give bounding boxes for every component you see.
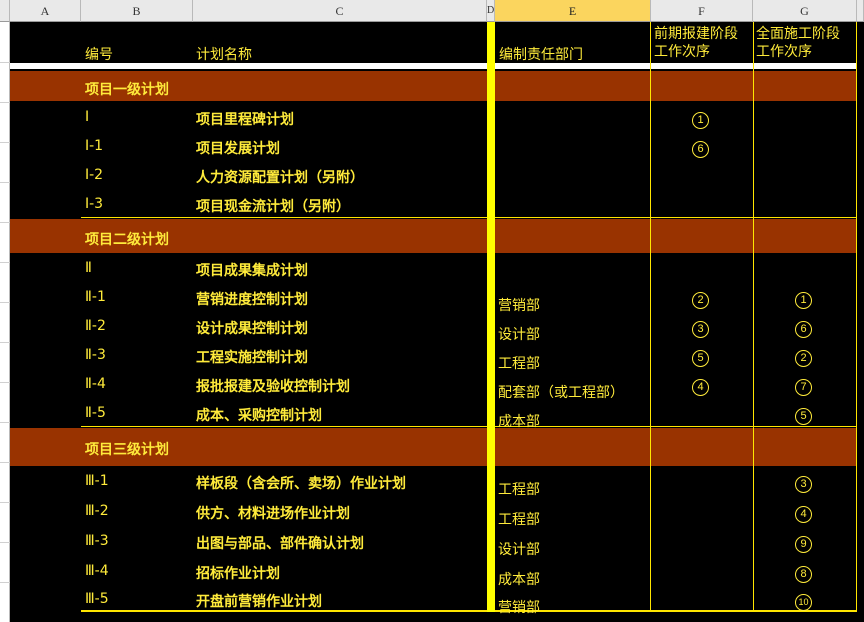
row-6-order-g: 6 [795,321,812,338]
row-14-name: 开盘前营销作业计划 [196,594,322,610]
grid-line-f [650,22,651,612]
row-14-number: Ⅲ-5 [85,591,109,607]
grid-line-section-2-end [81,426,857,427]
row-14-order-g: 10 [795,594,812,611]
row-11-department: 工程部 [498,512,540,528]
row-14-department: 营销部 [498,600,540,616]
row-9-department: 成本部 [498,414,540,430]
row-12-number: Ⅲ-3 [85,533,109,549]
row-9-name: 成本、采购控制计划 [196,408,322,424]
row-8-order-g: 7 [795,379,812,396]
row-6-name: 设计成果控制计划 [196,321,308,337]
column-header-d[interactable]: D [487,0,495,22]
header-phase1-line1: 前期报建阶段 [654,26,738,42]
section-title-2: 项目二级计划 [85,232,169,248]
row-5-name: 营销进度控制计划 [196,292,308,308]
grid-line-right [856,22,857,612]
row-5-number: Ⅱ-1 [85,289,106,305]
row-7-department: 工程部 [498,356,540,372]
row-8-name: 报批报建及验收控制计划 [196,379,350,395]
header-number: 编号 [85,47,113,63]
row-7-order-f: 5 [692,350,709,367]
row-6-department: 设计部 [498,327,540,343]
header-phase2-line1: 全面施工阶段 [756,26,840,42]
grid-line-g [753,22,754,612]
row-1-number: Ⅰ-1 [85,138,104,154]
select-all-corner[interactable] [0,0,10,22]
row-0-number: Ⅰ [85,109,90,125]
column-header-b[interactable]: B [81,0,193,22]
header-phase1-line2: 工作次序 [654,44,710,60]
row-9-number: Ⅱ-5 [85,405,106,421]
row-header-strip[interactable] [0,22,10,622]
row-6-number: Ⅱ-2 [85,318,106,334]
row-4-name: 项目成果集成计划 [196,263,308,279]
row-10-number: Ⅲ-1 [85,473,109,489]
column-header-next[interactable] [857,0,864,22]
row-2-number: Ⅰ-2 [85,167,104,183]
row-5-department: 营销部 [498,298,540,314]
row-8-department: 配套部（或工程部） [498,385,624,401]
header-plan-name: 计划名称 [196,47,252,63]
row-0-name: 项目里程碑计划 [196,112,294,128]
row-1-order-f: 6 [692,141,709,158]
header-separator [10,63,857,69]
row-5-order-g: 1 [795,292,812,309]
row-3-name: 项目现金流计划（另附） [196,199,350,215]
row-2-name: 人力资源配置计划（另附） [196,170,364,186]
row-13-department: 成本部 [498,572,540,588]
row-7-name: 工程实施控制计划 [196,350,308,366]
column-header-f[interactable]: F [651,0,753,22]
row-12-department: 设计部 [498,542,540,558]
row-12-name: 出图与部品、部件确认计划 [196,536,364,552]
row-8-order-f: 4 [692,379,709,396]
row-0-order-f: 1 [692,112,709,129]
row-10-department: 工程部 [498,482,540,498]
row-5-order-f: 2 [692,292,709,309]
row-4-number: Ⅱ [85,260,92,276]
row-13-order-g: 8 [795,566,812,583]
row-6-order-f: 3 [692,321,709,338]
row-3-number: Ⅰ-3 [85,196,104,212]
row-10-name: 样板段（含会所、卖场）作业计划 [196,476,406,492]
column-header-c[interactable]: C [193,0,487,22]
column-d-highlight [487,22,495,612]
section-title-1: 项目一级计划 [85,82,169,98]
header-phase2-line2: 工作次序 [756,44,812,60]
section-title-3: 项目三级计划 [85,442,169,458]
row-12-order-g: 9 [795,536,812,553]
row-8-number: Ⅱ-4 [85,376,106,392]
row-7-number: Ⅱ-3 [85,347,106,363]
row-11-order-g: 4 [795,506,812,523]
row-9-order-g: 5 [795,408,812,425]
column-header-e[interactable]: E [495,0,651,22]
row-13-name: 招标作业计划 [196,566,280,582]
column-header-a[interactable]: A [10,0,81,22]
row-7-order-g: 2 [795,350,812,367]
grid-line-section-1-end [81,217,857,218]
header-department: 编制责任部门 [499,47,583,63]
row-13-number: Ⅲ-4 [85,563,109,579]
row-11-name: 供方、材料进场作业计划 [196,506,350,522]
row-10-order-g: 3 [795,476,812,493]
row-1-name: 项目发展计划 [196,141,280,157]
row-11-number: Ⅲ-2 [85,503,109,519]
column-header-g[interactable]: G [753,0,857,22]
